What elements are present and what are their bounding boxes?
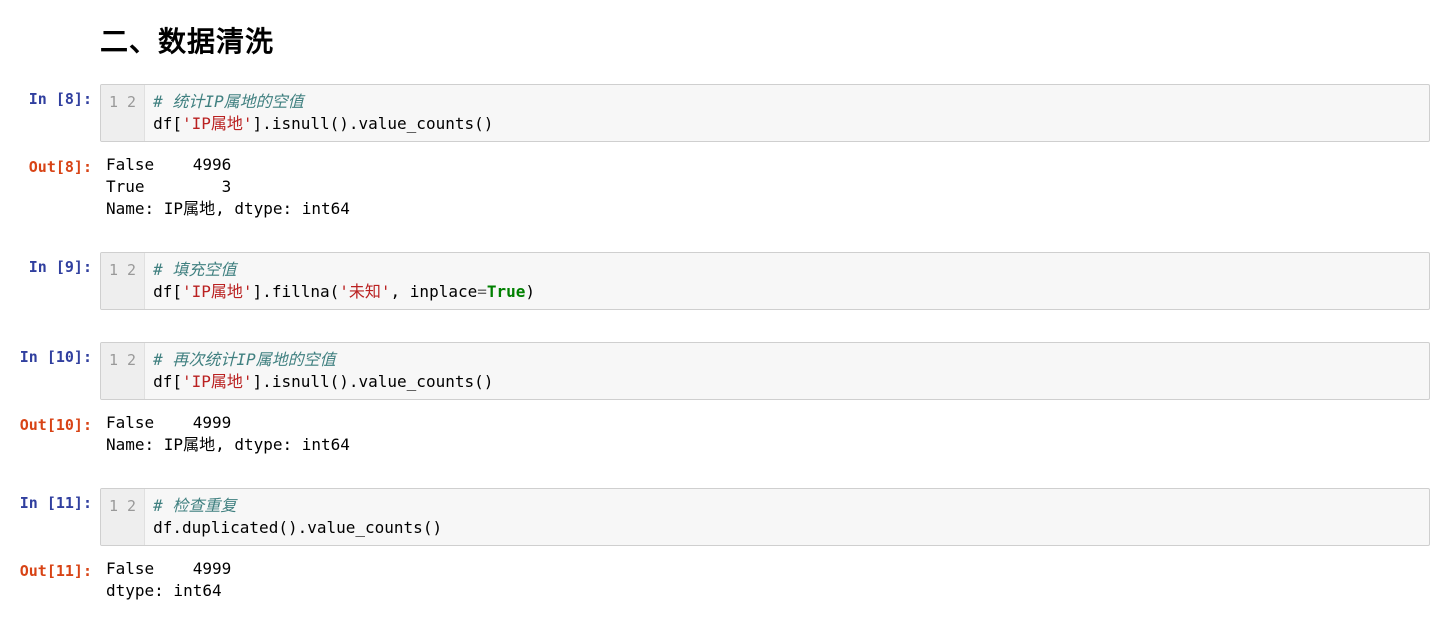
markdown-cell: 二、数据清洗 — [0, 20, 1440, 76]
code-token: ].fillna( — [253, 282, 340, 301]
line-gutter: 1 2 — [101, 253, 145, 309]
code-token: df[ — [153, 114, 182, 133]
code-token: 'IP属地' — [182, 372, 253, 391]
code-token: # 检查重复 — [153, 496, 236, 515]
output-cell: Out[8]:False 4996 True 3 Name: IP属地, dty… — [0, 152, 1440, 224]
output-text: False 4996 True 3 Name: IP属地, dtype: int… — [100, 152, 1430, 224]
output-text: False 4999 Name: IP属地, dtype: int64 — [100, 410, 1430, 460]
input-area[interactable]: 1 2# 填充空值 df['IP属地'].fillna('未知', inplac… — [100, 252, 1430, 310]
code-cell: In [8]:1 2# 统计IP属地的空值 df['IP属地'].isnull(… — [0, 84, 1440, 142]
output-cell: Out[10]:False 4999 Name: IP属地, dtype: in… — [0, 410, 1440, 460]
markdown-body: 二、数据清洗 — [100, 20, 1430, 76]
input-area[interactable]: 1 2# 检查重复 df.duplicated().value_counts() — [100, 488, 1430, 546]
code-token: 'IP属地' — [182, 114, 253, 133]
code-token: True — [487, 282, 526, 301]
input-area[interactable]: 1 2# 统计IP属地的空值 df['IP属地'].isnull().value… — [100, 84, 1430, 142]
out-prompt: Out[10]: — [0, 410, 100, 460]
output-cell: Out[11]:False 4999 dtype: int64 — [0, 556, 1440, 606]
output-text: False 4999 dtype: int64 — [100, 556, 1430, 606]
code-token: # 填充空值 — [153, 260, 236, 279]
code-token: 'IP属地' — [182, 282, 253, 301]
code-token: = — [477, 282, 487, 301]
notebook: 二、数据清洗 In [8]:1 2# 统计IP属地的空值 df['IP属地'].… — [0, 0, 1440, 626]
code-token: '未知' — [339, 282, 390, 301]
out-prompt: Out[8]: — [0, 152, 100, 224]
code-content[interactable]: # 再次统计IP属地的空值 df['IP属地'].isnull().value_… — [145, 343, 1429, 399]
code-content[interactable]: # 统计IP属地的空值 df['IP属地'].isnull().value_co… — [145, 85, 1429, 141]
code-token: # 再次统计IP属地的空值 — [153, 350, 336, 369]
code-cell: In [10]:1 2# 再次统计IP属地的空值 df['IP属地'].isnu… — [0, 342, 1440, 400]
line-gutter: 1 2 — [101, 85, 145, 141]
code-token: df[ — [153, 282, 182, 301]
code-token: ) — [525, 282, 535, 301]
code-token: df.duplicated().value_counts() — [153, 518, 442, 537]
code-token: ].isnull().value_counts() — [253, 114, 494, 133]
prompt-empty — [0, 20, 100, 76]
input-area[interactable]: 1 2# 再次统计IP属地的空值 df['IP属地'].isnull().val… — [100, 342, 1430, 400]
in-prompt: In [9]: — [0, 252, 100, 310]
code-cell: In [11]:1 2# 检查重复 df.duplicated().value_… — [0, 488, 1440, 546]
in-prompt: In [8]: — [0, 84, 100, 142]
code-token: , inplace — [391, 282, 478, 301]
code-token: df[ — [153, 372, 182, 391]
code-token: ].isnull().value_counts() — [253, 372, 494, 391]
out-prompt: Out[11]: — [0, 556, 100, 606]
section-heading: 二、数据清洗 — [100, 20, 1430, 60]
code-content[interactable]: # 检查重复 df.duplicated().value_counts() — [145, 489, 1429, 545]
code-cell: In [9]:1 2# 填充空值 df['IP属地'].fillna('未知',… — [0, 252, 1440, 310]
code-token: # 统计IP属地的空值 — [153, 92, 304, 111]
in-prompt: In [10]: — [0, 342, 100, 400]
code-content[interactable]: # 填充空值 df['IP属地'].fillna('未知', inplace=T… — [145, 253, 1429, 309]
line-gutter: 1 2 — [101, 489, 145, 545]
line-gutter: 1 2 — [101, 343, 145, 399]
in-prompt: In [11]: — [0, 488, 100, 546]
